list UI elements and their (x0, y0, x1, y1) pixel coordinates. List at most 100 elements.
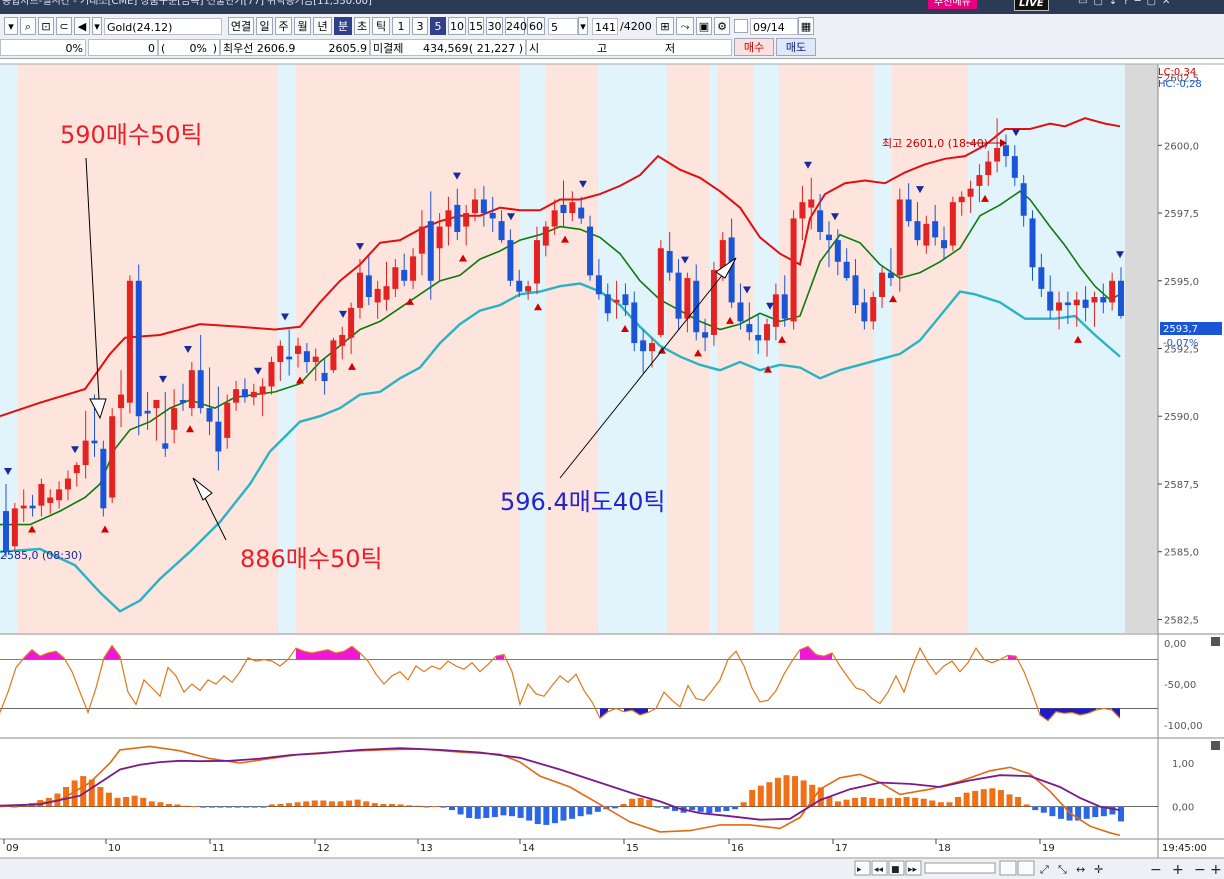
buy-button[interactable]: 매수 (734, 38, 774, 56)
menu-dropdown-icon[interactable]: ▾ (4, 17, 18, 35)
candle (259, 386, 266, 395)
candle (790, 218, 797, 322)
candle (994, 147, 1001, 162)
candle (330, 340, 337, 371)
mode-button-0[interactable]: 연결 (228, 17, 254, 35)
last-price: 2593,7 (1163, 324, 1198, 335)
line-chart-icon[interactable]: ⤳ (676, 17, 694, 35)
interval-button-1[interactable]: 3 (412, 17, 428, 35)
macd-histogram-bar (380, 803, 387, 807)
close-panel-icon[interactable] (1211, 741, 1220, 750)
price-chart[interactable]: 590매수50틱886매수50틱596.4매도40틱최고 2601,0 (18:… (0, 58, 1224, 879)
macd-histogram-bar (105, 792, 112, 807)
search-icon[interactable]: ⌕ (20, 17, 36, 35)
zoom-slider-icon[interactable] (924, 862, 996, 874)
interval-button-0[interactable]: 1 (392, 17, 410, 35)
macd-histogram-bar (286, 803, 293, 807)
sound-dropdown-icon[interactable]: ▾ (92, 17, 102, 35)
candle (374, 288, 381, 303)
candle (1047, 291, 1054, 311)
split-icon[interactable] (1017, 860, 1035, 876)
candle (312, 356, 319, 363)
candle (976, 175, 983, 186)
candle (941, 240, 948, 249)
mode-button-3[interactable]: 월 (294, 17, 311, 35)
sell-button[interactable]: 매도 (776, 38, 816, 56)
mode-button-1[interactable]: 일 (256, 17, 273, 35)
macd-histogram-bar (577, 806, 584, 817)
date-input[interactable]: 09/14 (750, 18, 798, 35)
x-tick-7: 16 (731, 843, 744, 854)
date-checkbox[interactable] (734, 19, 748, 33)
nav-icon-2: ■ (891, 865, 900, 875)
macd-histogram-bar (491, 806, 498, 818)
price-tick-1: 2600,0 (1164, 141, 1199, 152)
candle (825, 234, 832, 241)
candle (657, 248, 664, 335)
interval-button-4[interactable]: 15 (468, 17, 484, 35)
candle (852, 275, 859, 306)
candle (587, 226, 594, 276)
interval-button-7[interactable]: 60 (527, 17, 545, 35)
mode-button-2[interactable]: 주 (275, 17, 292, 35)
x-tick-0: 09 (6, 843, 19, 854)
interval-button-3[interactable]: 10 (448, 17, 466, 35)
candle (3, 511, 9, 552)
macd-histogram-bar (414, 805, 421, 807)
interval-button-6[interactable]: 240 (505, 17, 527, 35)
open-interest-box: 미결제 434,569( 21,227 ) (370, 39, 526, 56)
price-tick-8: 2582,5 (1164, 615, 1199, 626)
candle (73, 465, 80, 474)
symbol-input[interactable]: Gold(24.12) (104, 18, 222, 35)
candle (286, 356, 293, 360)
session-band-9 (717, 64, 753, 633)
layout-icon[interactable] (999, 860, 1017, 876)
candle (1118, 280, 1124, 316)
mode-button-7[interactable]: 틱 (372, 17, 390, 35)
live-badge[interactable]: LIVE (1014, 0, 1049, 11)
interval-button-5[interactable]: 30 (486, 17, 503, 35)
mode-button-5[interactable]: 분 (334, 17, 352, 35)
session-band-5 (546, 64, 598, 633)
x-tick-3: 12 (317, 843, 330, 854)
candle (737, 302, 744, 322)
bar-chart-icon[interactable]: ⊞ (656, 17, 674, 35)
candle (808, 199, 815, 208)
window-controls[interactable]: ▭▢↕?─▢✕ (1078, 0, 1176, 8)
count-input[interactable]: 141 (592, 18, 618, 35)
candle (206, 408, 213, 422)
best-bid-label: 최우선 (223, 42, 254, 55)
candle (100, 448, 107, 509)
candle (445, 210, 452, 227)
candle (1011, 156, 1018, 178)
mode-button-6[interactable]: 초 (354, 17, 370, 35)
interval-button-2[interactable]: 5 (430, 17, 446, 35)
macd-histogram-bar (457, 806, 464, 815)
macd-histogram-bar (1040, 806, 1047, 813)
link-icon[interactable]: ⊂ (56, 17, 72, 35)
close-panel-icon[interactable] (1211, 637, 1220, 646)
macd-histogram-bar (689, 806, 696, 811)
interval-input[interactable]: 5 (548, 18, 578, 35)
save-icon[interactable]: ▣ (696, 17, 712, 35)
candle (1020, 183, 1027, 216)
sound-icon[interactable]: ◀ (74, 17, 90, 35)
interval-dropdown-icon[interactable]: ▾ (578, 17, 588, 35)
macd-histogram-bar (714, 806, 721, 812)
price-tick-5: 2590,0 (1164, 412, 1199, 423)
macd-histogram-bar (371, 803, 378, 807)
mode-button-4[interactable]: 년 (313, 17, 332, 35)
calendar-icon[interactable]: ▦ (798, 17, 814, 35)
candle (861, 302, 868, 322)
tool-icon-1: ⤡ (1058, 863, 1067, 876)
gear-icon[interactable]: ⚙ (714, 17, 730, 35)
recommend-menu-button[interactable]: 추천메뉴 (928, 0, 977, 9)
x-tick-6: 15 (626, 843, 639, 854)
candle (923, 223, 930, 246)
oscillator-panel (0, 635, 1224, 737)
candle (11, 508, 18, 547)
candle (472, 199, 479, 214)
lock-icon[interactable]: ⊡ (38, 17, 54, 35)
macd-histogram-bar (397, 804, 404, 807)
macd-histogram-bar (1057, 806, 1064, 819)
